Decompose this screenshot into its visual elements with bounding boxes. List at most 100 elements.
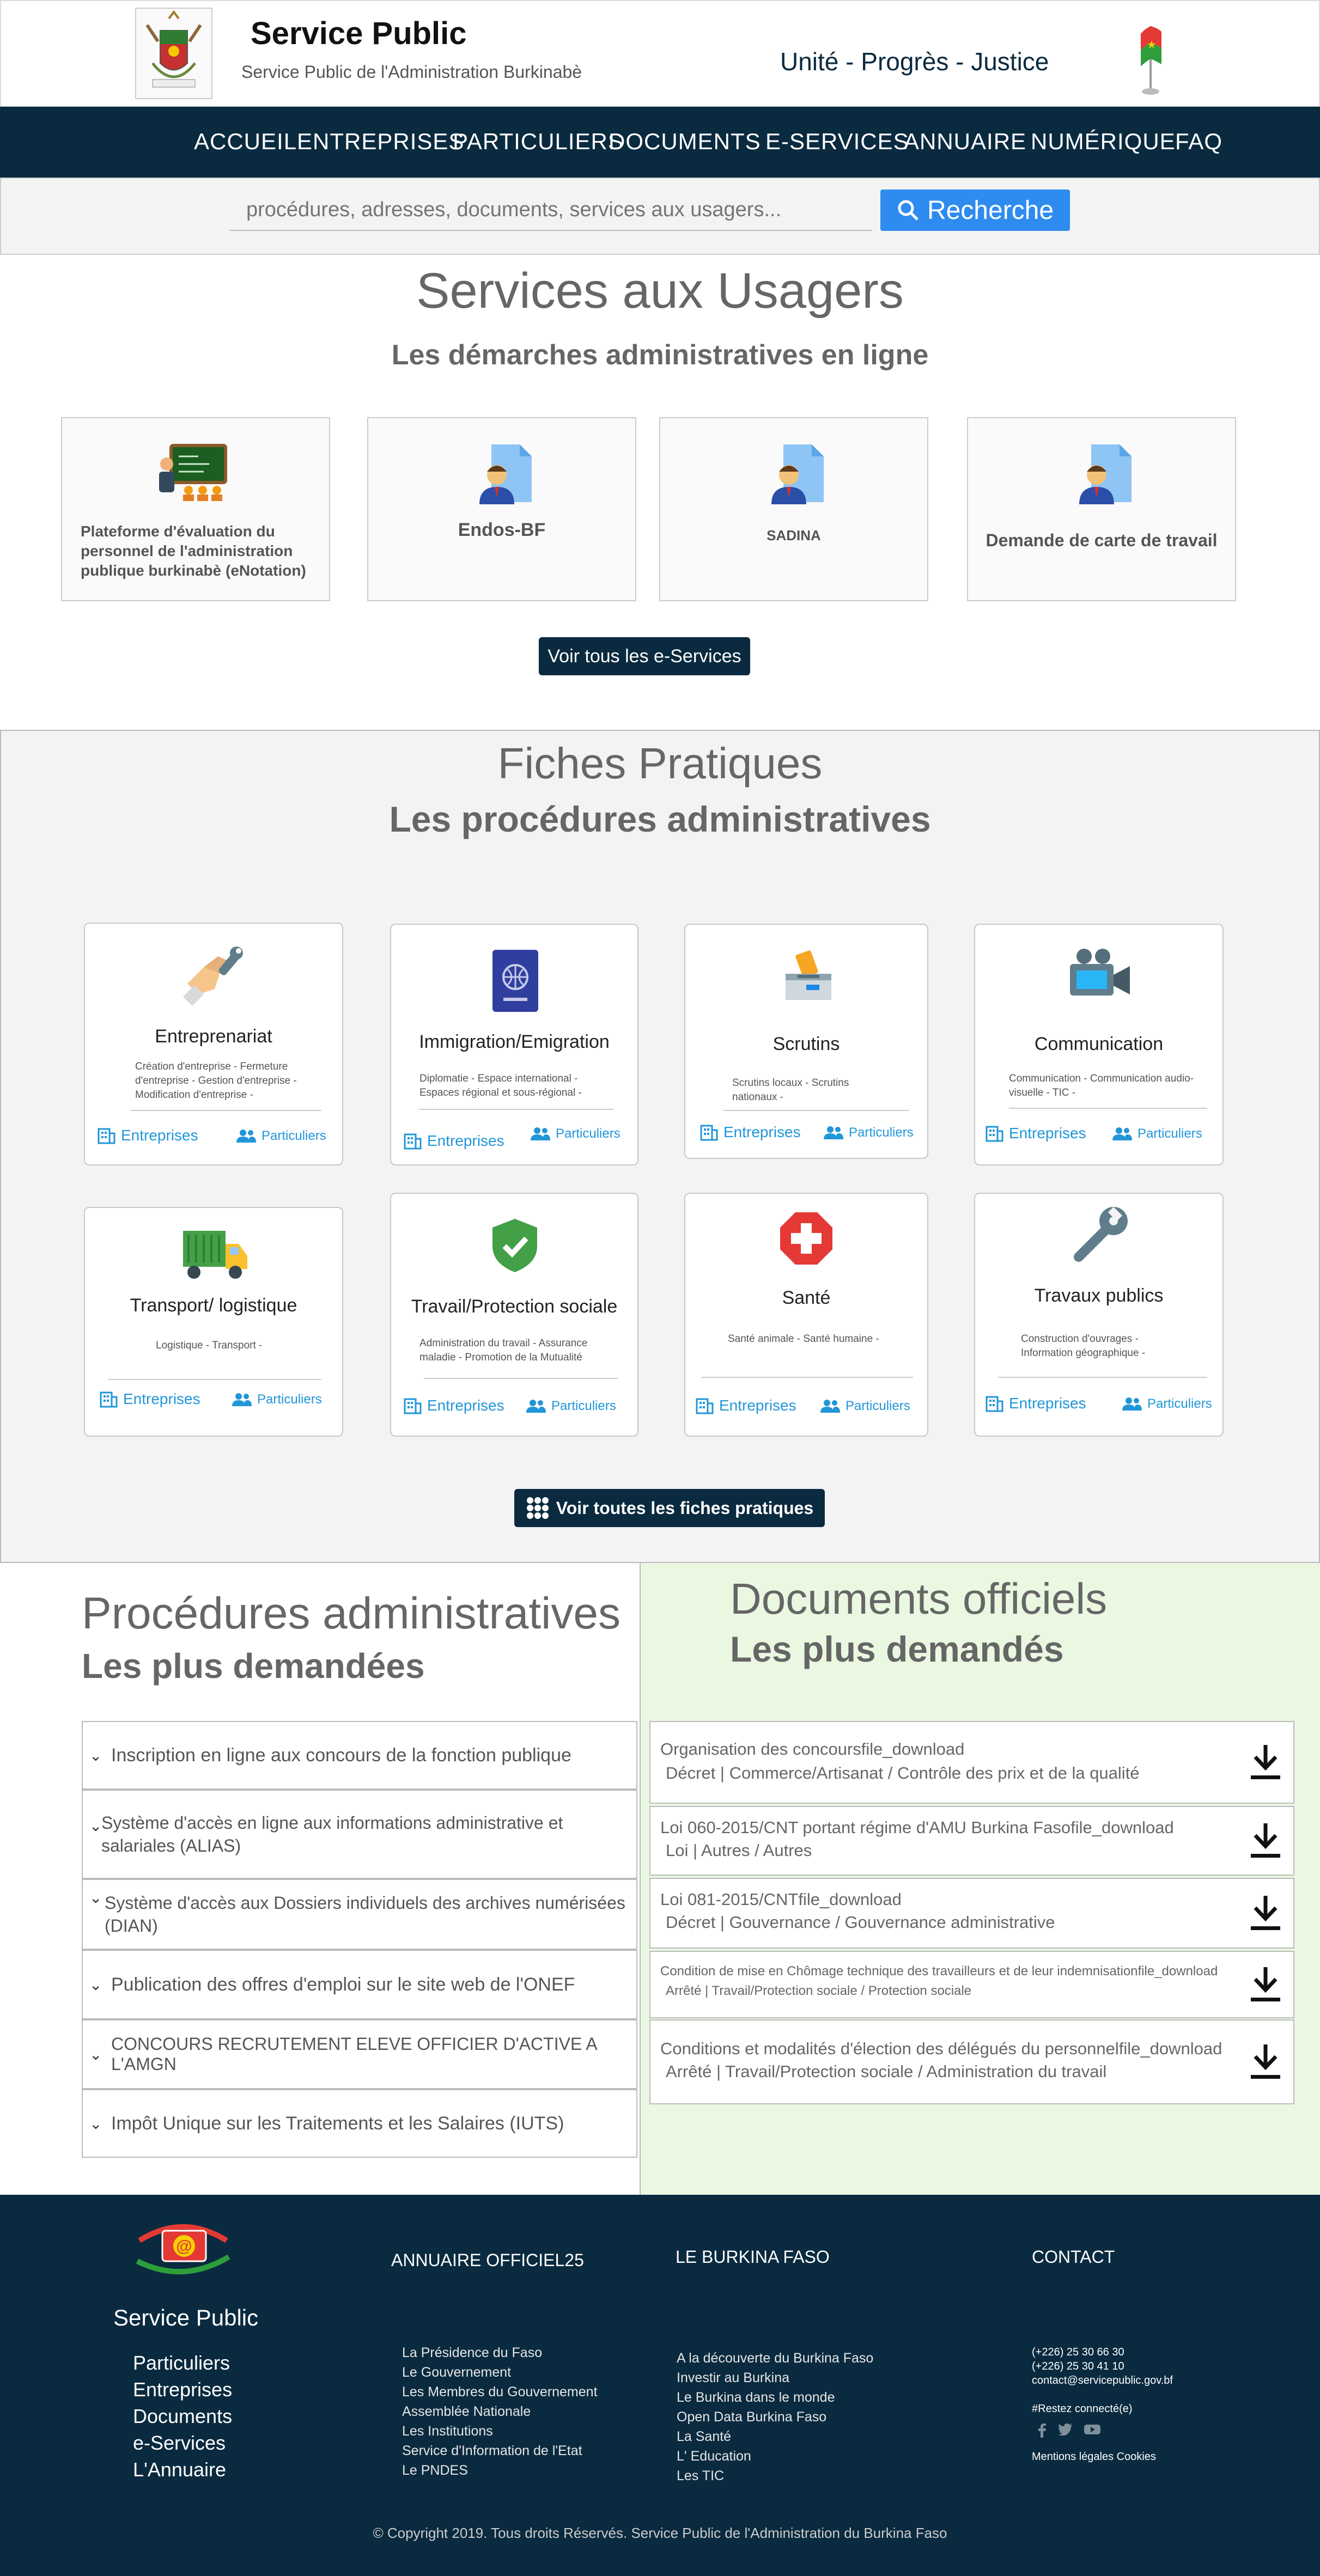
eservice-card-enotation[interactable]: Plateforme d'évaluation du personnel de … [61,417,330,601]
document-item[interactable]: Organisation des concoursfile_download D… [649,1721,1294,1804]
footer-link-annuaire[interactable]: L'Annuaire [133,2456,232,2483]
youtube-icon[interactable] [1084,2424,1100,2435]
document-item[interactable]: Conditions et modalités d'élection des d… [649,2019,1294,2104]
footer-link[interactable]: Investir au Burkina [677,2368,873,2388]
entreprises-link[interactable]: Entreprises [985,1124,1086,1143]
footer-link[interactable]: Service d'Information de l'Etat [402,2441,598,2461]
document-item[interactable]: Condition de mise en Chômage technique d… [649,1951,1294,2018]
building-icon [100,1391,118,1408]
footer-link-e-services[interactable]: e-Services [133,2430,232,2456]
procedure-label: Inscription en ligne aux concours de la … [111,1744,571,1766]
contact-phone[interactable]: (+226) 25 30 41 10 [1032,2359,1173,2373]
footer-link[interactable]: La Santé [677,2427,873,2446]
fiche-card-transport[interactable]: Transport/ logistique Logistique - Trans… [84,1207,343,1437]
nav-item-e-services[interactable]: E-SERVICES [765,129,909,155]
download-icon[interactable] [1249,2042,1282,2081]
procedure-item[interactable]: ⌄ Inscription en ligne aux concours de l… [82,1721,637,1790]
fiche-card-scrutins[interactable]: Scrutins Scrutins locaux - Scrutins nati… [684,924,928,1159]
facebook-icon[interactable] [1037,2424,1046,2438]
eservice-card-sadina[interactable]: SADINA [659,417,928,601]
fiche-card-travaux-publics[interactable]: Travaux publics Construction d'ouvrages … [974,1193,1224,1437]
eservice-card-endos-bf[interactable]: Endos-BF [367,417,636,601]
chevron-down-icon: ⌄ [89,1747,102,1764]
footer-contact: (+226) 25 30 66 30 (+226) 25 30 41 10 co… [1032,2345,1173,2388]
contact-phone[interactable]: (+226) 25 30 66 30 [1032,2345,1173,2359]
site-title[interactable]: Service Public [251,15,467,52]
footer-link-particuliers[interactable]: Particuliers [133,2349,232,2376]
footer-link-documents[interactable]: Documents [133,2403,232,2430]
footer-link[interactable]: Les Institutions [402,2421,598,2441]
footer-link[interactable]: A la découverte du Burkina Faso [677,2348,873,2368]
entreprises-link[interactable]: Entreprises [403,1132,504,1150]
download-icon[interactable] [1249,1743,1282,1782]
nav-item-annuaire[interactable]: ANNUAIRE [904,129,1026,155]
fiche-card-immigration[interactable]: Immigration/Emigration Diplomatie - Espa… [390,924,638,1165]
all-fiches-button[interactable]: Voir toutes les fiches pratiques [514,1489,825,1527]
entreprises-link[interactable]: Entreprises [699,1123,801,1142]
search-button[interactable]: Recherche [880,190,1070,231]
footer-link[interactable]: La Présidence du Faso [402,2343,598,2363]
fiche-card-entreprenariat[interactable]: Entreprenariat Création d'entreprise - F… [84,923,343,1165]
entreprises-link[interactable]: Entreprises [695,1396,796,1415]
procedure-item[interactable]: ⌄ Système d'accès en ligne aux informati… [82,1790,637,1879]
footer-link[interactable]: Les TIC [677,2466,873,2486]
footer-link[interactable]: Les Membres du Gouvernement [402,2382,598,2402]
particuliers-link[interactable]: Particuliers [232,1392,322,1407]
footer-link[interactable]: Le Gouvernement [402,2363,598,2382]
entreprises-link[interactable]: Entreprises [985,1394,1086,1413]
entreprises-link[interactable]: Entreprises [403,1396,504,1415]
procedure-item[interactable]: ⌄ Publication des offres d'emploi sur le… [82,1950,637,2019]
particuliers-link[interactable]: Particuliers [824,1125,914,1140]
people-icon [820,1400,840,1413]
truck-icon [181,1228,250,1282]
fiche-card-travail[interactable]: Travail/Protection sociale Administratio… [390,1193,638,1437]
legal-links[interactable]: Mentions légales Cookies [1032,2451,1156,2463]
particuliers-link[interactable]: Particuliers [1122,1396,1212,1412]
particuliers-link[interactable]: Particuliers [236,1128,326,1144]
particuliers-link[interactable]: Particuliers [526,1399,616,1414]
document-item[interactable]: Loi 060-2015/CNT portant régime d'AMU Bu… [649,1806,1294,1876]
nav-item-faq[interactable]: FAQ [1175,129,1222,155]
download-icon[interactable] [1249,1965,1282,2004]
nav-item-entreprises[interactable]: ENTREPRISES [297,129,464,155]
eservice-label: Endos-BF [458,520,546,540]
search-input[interactable] [230,190,872,231]
eservice-card-carte-travail[interactable]: Demande de carte de travail [967,417,1236,601]
passport-icon [489,949,542,1013]
particuliers-link[interactable]: Particuliers [1112,1126,1202,1142]
procedure-label: Système d'accès en ligne aux information… [101,1813,563,1855]
footer-link[interactable]: Le Burkina dans le monde [677,2388,873,2407]
fiche-card-communication[interactable]: Communication Communication - Communicat… [974,924,1224,1165]
twitter-icon[interactable] [1058,2424,1072,2435]
entreprises-link[interactable]: Entreprises [97,1126,198,1145]
procedure-item[interactable]: ⌄ Système d'accès aux Dossiers individue… [82,1879,637,1950]
fiche-card-sante[interactable]: Santé Santé animale - Santé humaine - En… [684,1193,928,1437]
particuliers-link[interactable]: Particuliers [531,1126,621,1142]
procedure-item[interactable]: ⌄ CONCOURS RECRUTEMENT ELEVE OFFICIER D'… [82,2019,637,2089]
nav-item-particuliers[interactable]: PARTICULIERS [453,129,624,155]
particuliers-link-label: Particuliers [556,1126,621,1141]
footer-link[interactable]: Open Data Burkina Faso [677,2407,873,2427]
service-public-logo[interactable]: @ [129,2219,238,2279]
all-eservices-button[interactable]: Voir tous les e-Services [539,637,750,675]
footer-col2-links: A la découverte du Burkina Faso Investir… [677,2348,873,2486]
coat-of-arms-logo[interactable] [135,8,212,99]
procedure-item[interactable]: ⌄ Impôt Unique sur les Traitements et le… [82,2089,637,2158]
footer-link[interactable]: L' Education [677,2446,873,2466]
nav-item-documents[interactable]: DOCUMENTS [609,129,761,155]
card-divider [1009,1108,1207,1109]
footer-link[interactable]: Le PNDES [402,2461,598,2480]
nav-item-numerique[interactable]: NUMÉRIQUE [1031,129,1176,155]
document-item[interactable]: Loi 081-2015/CNTfile_download Décret | G… [649,1878,1294,1949]
eservices-title: Services aux Usagers [416,263,904,319]
download-icon[interactable] [1249,1821,1282,1860]
download-icon[interactable] [1249,1894,1282,1933]
footer-link-entreprises[interactable]: Entreprises [133,2376,232,2403]
footer-link[interactable]: Assemblée Nationale [402,2402,598,2421]
nav-item-accueil[interactable]: ACCUEIL [194,129,297,155]
particuliers-link[interactable]: Particuliers [820,1399,910,1414]
fiche-description: Logistique - Transport - [156,1340,263,1351]
entreprises-link[interactable]: Entreprises [99,1390,200,1408]
contact-email[interactable]: contact@servicepublic.gov.bf [1032,2373,1173,2388]
handshake-icon [182,945,247,1006]
